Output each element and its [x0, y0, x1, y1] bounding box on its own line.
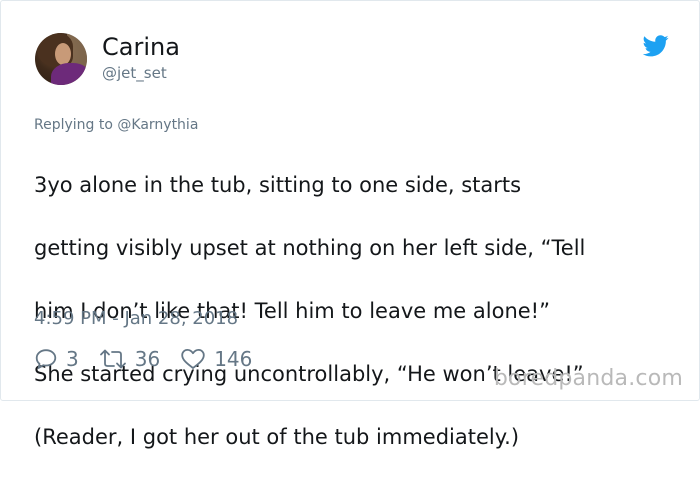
tweet-text-line: getting visibly upset at nothing on her … [34, 235, 586, 260]
tweet-actions: 3 36 146 [34, 345, 272, 373]
like-count: 146 [214, 347, 253, 371]
tweet-text-line: (Reader, I got her out of the tub immedi… [34, 424, 520, 449]
reply-icon [35, 349, 57, 369]
reply-button[interactable]: 3 [34, 347, 79, 371]
retweet-count: 36 [134, 347, 161, 371]
twitter-bird-icon[interactable] [643, 35, 669, 57]
author-display-name[interactable]: Carina [102, 32, 180, 62]
tweet-card: Carina @jet_set Replying to @Karnythia 3… [0, 0, 700, 449]
heart-icon [181, 349, 205, 369]
replying-to-prefix: Replying to [34, 117, 113, 133]
avatar-shirt [51, 63, 87, 85]
replying-to: Replying to @Karnythia [34, 116, 198, 134]
watermark: boredpanda.com [493, 366, 683, 391]
avatar-face [55, 43, 71, 65]
avatar[interactable] [35, 33, 87, 85]
retweet-icon [99, 349, 126, 369]
reply-count: 3 [66, 347, 79, 371]
author-handle[interactable]: @jet_set [102, 63, 167, 83]
tweet-timestamp[interactable]: 4:59 PM - Jan 28, 2018 [34, 307, 238, 331]
retweet-button[interactable]: 36 [99, 347, 160, 371]
tweet-text-line: 3yo alone in the tub, sitting to one sid… [34, 172, 522, 197]
replying-to-handle-link[interactable]: @Karnythia [117, 117, 198, 133]
like-button[interactable]: 146 [180, 347, 252, 371]
